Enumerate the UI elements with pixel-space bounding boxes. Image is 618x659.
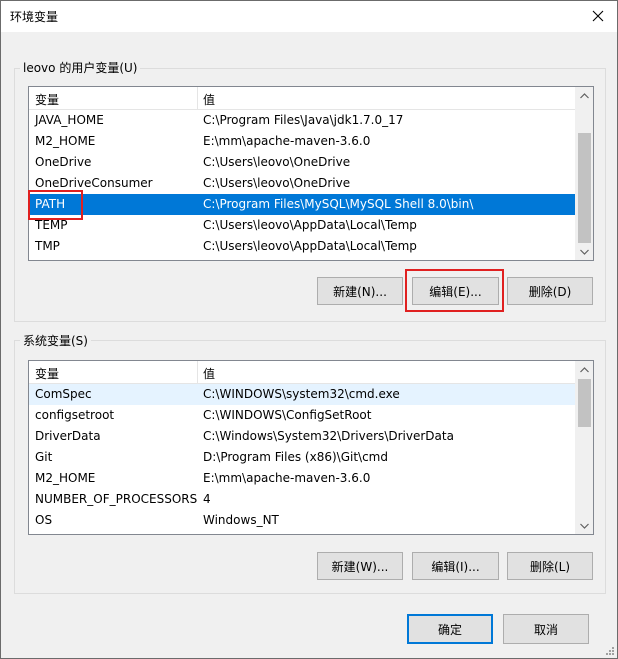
variable-value: D:\Program Files (x86)\Git\cmd — [203, 450, 388, 464]
user-new-button[interactable]: 新建(N)... — [317, 277, 403, 305]
resize-grip-icon[interactable] — [604, 645, 614, 655]
column-separator[interactable] — [197, 87, 198, 109]
table-row[interactable]: OneDriveConsumer C:\Users\leovo\OneDrive — [29, 173, 575, 194]
variable-name: PATH — [35, 197, 66, 211]
table-row[interactable]: M2_HOME E:\mm\apache-maven-3.6.0 — [29, 131, 575, 152]
variable-name: configsetroot — [35, 408, 115, 422]
system-variables-list[interactable]: 变量 值 ComSpec C:\WINDOWS\system32\cmd.exe c… — [28, 360, 594, 535]
variable-name: M2_HOME — [35, 134, 96, 148]
table-row[interactable]: JAVA_HOME C:\Program Files\Java\jdk1.7.0_… — [29, 110, 575, 131]
variable-value: C:\Users\leovo\OneDrive — [203, 176, 351, 190]
scroll-thumb[interactable] — [578, 133, 591, 243]
scroll-down-icon[interactable] — [576, 517, 593, 534]
table-row[interactable]: OneDrive C:\Users\leovo\OneDrive — [29, 152, 575, 173]
scroll-thumb[interactable] — [578, 379, 591, 427]
scroll-up-icon[interactable] — [576, 361, 593, 378]
table-row[interactable]: PATH C:\Program Files\MySQL\MySQL Shell 8… — [29, 194, 575, 215]
variable-name: ComSpec — [35, 387, 92, 401]
table-row[interactable]: TEMP C:\Users\leovo\AppData\Local\Temp — [29, 215, 575, 236]
column-header-variable[interactable]: 变量 — [35, 365, 59, 382]
ok-button[interactable]: 确定 — [407, 614, 493, 644]
variable-name: DriverData — [35, 429, 101, 443]
table-row[interactable]: configsetroot C:\WINDOWS\ConfigSetRoot — [29, 405, 575, 426]
title-bar: 环境变量 — [1, 1, 617, 32]
system-edit-button[interactable]: 编辑(I)... — [412, 552, 499, 580]
window-title: 环境变量 — [10, 10, 59, 24]
table-row[interactable]: M2_HOME E:\mm\apache-maven-3.6.0 — [29, 468, 575, 489]
close-icon[interactable] — [587, 6, 609, 26]
user-variables-list[interactable]: 变量 值 JAVA_HOME C:\Program Files\Java\jdk1… — [28, 86, 594, 261]
list-header: 变量 值 — [29, 87, 593, 110]
table-row[interactable]: Git D:\Program Files (x86)\Git\cmd — [29, 447, 575, 468]
variable-value: C:\Users\leovo\OneDrive — [203, 155, 351, 169]
system-delete-button[interactable]: 删除(L) — [507, 552, 593, 580]
variable-value: E:\mm\apache-maven-3.6.0 — [203, 134, 371, 148]
variable-name: NUMBER_OF_PROCESSORS — [35, 492, 198, 506]
environment-variables-dialog: 环境变量 leovo 的用户变量(U) 变量 值 JAVA_HOME C:\Pro… — [0, 0, 618, 659]
variable-value: Windows_NT — [203, 513, 279, 527]
table-row[interactable]: TMP C:\Users\leovo\AppData\Local\Temp — [29, 236, 575, 257]
scroll-down-icon[interactable] — [576, 243, 593, 260]
system-variables-label: 系统变量(S) — [20, 332, 91, 349]
variable-name: M2_HOME — [35, 471, 96, 485]
variable-value: 4 — [203, 492, 211, 506]
table-row[interactable]: NUMBER_OF_PROCESSORS 4 — [29, 489, 575, 510]
user-delete-button[interactable]: 删除(D) — [507, 277, 593, 305]
variable-value: C:\Program Files\Java\jdk1.7.0_17 — [203, 113, 404, 127]
variable-value: C:\Windows\System32\Drivers\DriverData — [203, 429, 454, 443]
table-row[interactable]: DriverData C:\Windows\System32\Drivers\Dr… — [29, 426, 575, 447]
variable-value: C:\WINDOWS\system32\cmd.exe — [203, 387, 400, 401]
column-header-value[interactable]: 值 — [203, 91, 215, 108]
variable-name: OneDriveConsumer — [35, 176, 153, 190]
variable-name: Git — [35, 450, 53, 464]
variable-name: OS — [35, 513, 53, 527]
table-row[interactable]: OS Windows_NT — [29, 510, 575, 531]
variable-name: TMP — [35, 239, 60, 253]
user-edit-button[interactable]: 编辑(E)... — [412, 277, 499, 305]
column-header-value[interactable]: 值 — [203, 365, 215, 382]
user-list-scrollbar[interactable] — [575, 87, 593, 260]
column-separator[interactable] — [197, 361, 198, 383]
variable-value: C:\Program Files\MySQL\MySQL Shell 8.0\b… — [203, 197, 474, 211]
cancel-button[interactable]: 取消 — [503, 614, 589, 644]
variable-name: OneDrive — [35, 155, 92, 169]
table-row[interactable]: ComSpec C:\WINDOWS\system32\cmd.exe — [29, 384, 575, 405]
system-list-scrollbar[interactable] — [575, 361, 593, 534]
scroll-up-icon[interactable] — [576, 87, 593, 104]
variable-value: C:\Users\leovo\AppData\Local\Temp — [203, 239, 417, 253]
user-variables-label: leovo 的用户变量(U) — [20, 59, 141, 76]
variable-value: C:\Users\leovo\AppData\Local\Temp — [203, 218, 417, 232]
variable-name: TEMP — [35, 218, 68, 232]
variable-name: JAVA_HOME — [35, 113, 104, 127]
system-new-button[interactable]: 新建(W)... — [317, 552, 403, 580]
variable-value: C:\WINDOWS\ConfigSetRoot — [203, 408, 372, 422]
variable-value: E:\mm\apache-maven-3.6.0 — [203, 471, 371, 485]
column-header-variable[interactable]: 变量 — [35, 91, 59, 108]
list-header: 变量 值 — [29, 361, 593, 384]
